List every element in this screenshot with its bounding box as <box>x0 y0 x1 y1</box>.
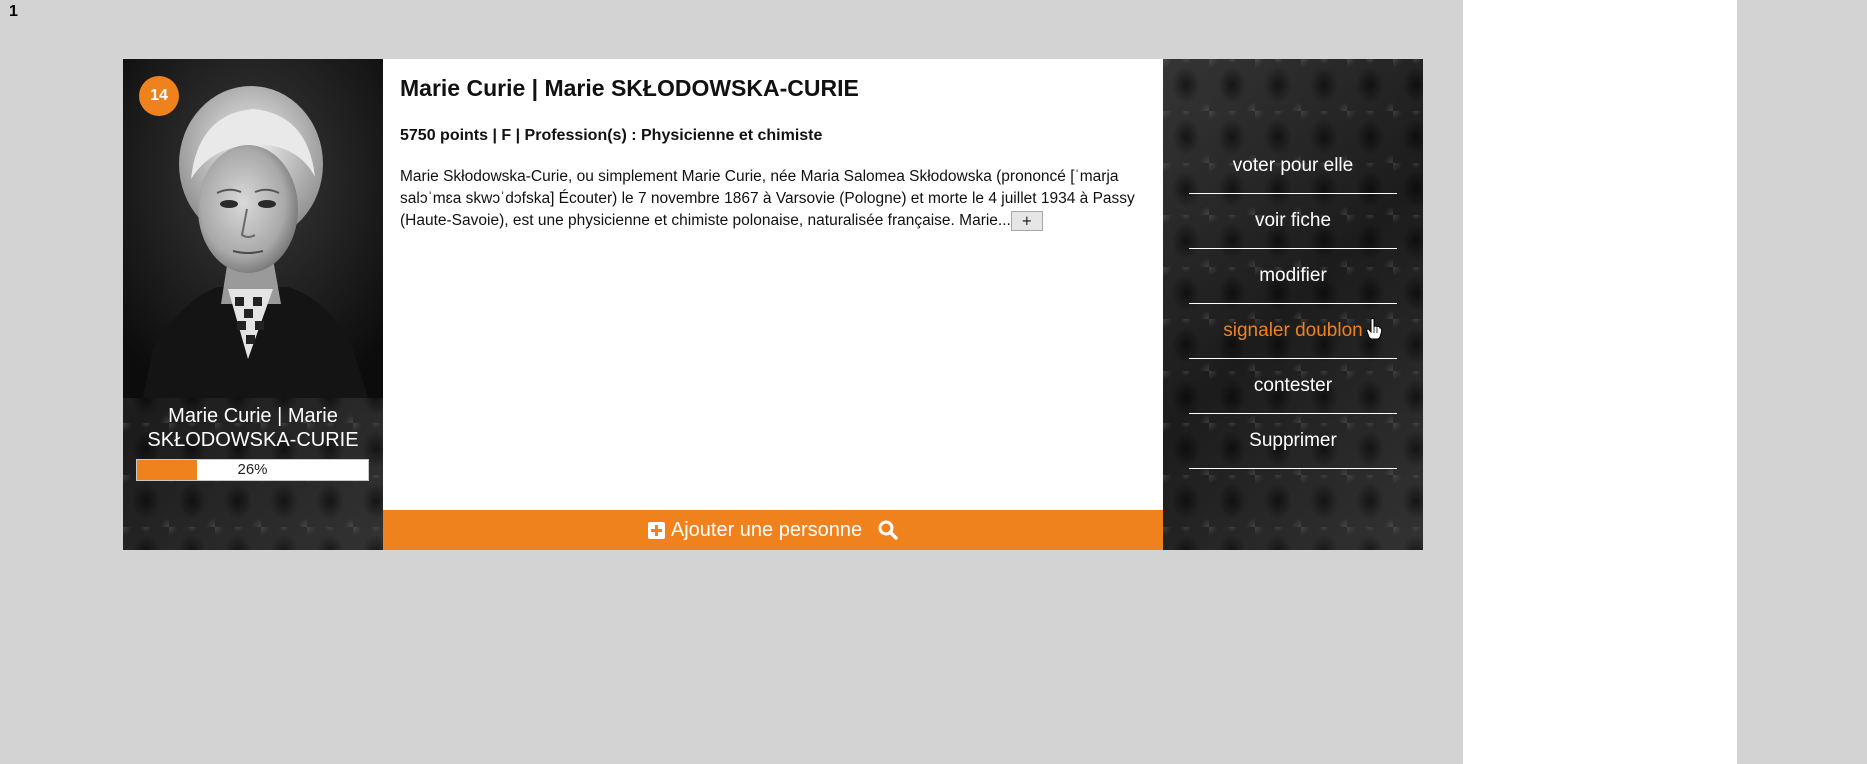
person-meta: 5750 points | F | Profession(s) : Physic… <box>400 127 823 144</box>
page-number: 1 <box>9 3 18 20</box>
right-gutter <box>1737 0 1867 764</box>
person-photo[interactable]: 14 <box>123 59 383 398</box>
progress-bar: 26% <box>136 459 369 481</box>
person-description: Marie Skłodowska-Curie, ou simplement Ma… <box>400 166 1150 232</box>
plus-square-icon <box>647 521 665 539</box>
person-title: Marie Curie | Marie SKŁODOWSKA-CURIE <box>400 75 859 101</box>
person-name-caption[interactable]: Marie Curie | Marie SKŁODOWSKA-CURIE <box>123 404 383 452</box>
card-actions-panel: voter pour elle voir fiche modifier sign… <box>1163 59 1423 550</box>
rank-badge: 14 <box>139 76 179 116</box>
add-person-label: Ajouter une personne <box>670 518 863 541</box>
read-more-button[interactable]: + <box>1010 211 1043 231</box>
card-content-panel: Marie Curie | Marie SKŁODOWSKA-CURIE 575… <box>383 59 1163 550</box>
actions-menu: voter pour elle voir fiche modifier sign… <box>1189 139 1397 469</box>
progress-label: 26% <box>237 461 268 478</box>
contest-menu-item[interactable]: contester <box>1189 359 1397 414</box>
vote-menu-item[interactable]: voter pour elle <box>1189 139 1397 194</box>
delete-menu-item[interactable]: Supprimer <box>1189 414 1397 469</box>
search-icon[interactable] <box>878 520 898 540</box>
add-person-bar[interactable]: Ajouter une personne <box>383 510 1163 550</box>
edit-menu-item[interactable]: modifier <box>1189 249 1397 304</box>
view-profile-menu-item[interactable]: voir fiche <box>1189 194 1397 249</box>
hand-pointer-icon <box>1366 318 1383 345</box>
card-left-panel: 14 Marie Curie | Marie SKŁODOWSKA-CURIE … <box>123 59 383 550</box>
person-card: 14 Marie Curie | Marie SKŁODOWSKA-CURIE … <box>123 59 1423 550</box>
